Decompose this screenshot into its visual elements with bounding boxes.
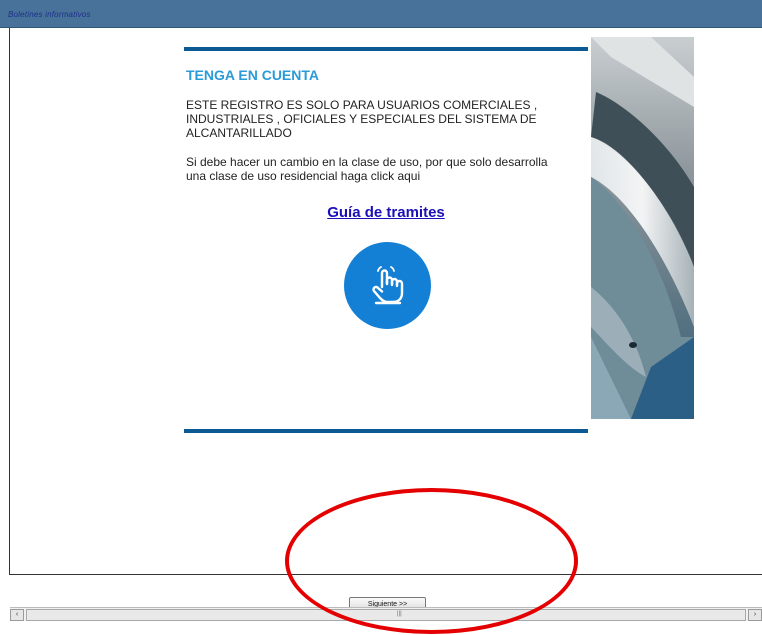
- banner-title: Boletines informativos: [8, 10, 91, 19]
- guia-de-tramites-link[interactable]: Guía de tramites: [184, 204, 588, 221]
- horizontal-scrollbar[interactable]: ‹ ||| ›: [10, 607, 762, 621]
- frame-left-border: [9, 28, 10, 574]
- card-top-divider: [184, 47, 588, 51]
- hand-pointer-icon: [372, 266, 404, 305]
- card-bottom-divider: [184, 429, 588, 433]
- notice-heading: TENGA EN CUENTA: [186, 67, 319, 83]
- notice-body: ESTE REGISTRO ES SOLO PARA USUARIOS COME…: [186, 98, 538, 140]
- scroll-right-arrow[interactable]: ›: [748, 609, 762, 621]
- notice-card: TENGA EN CUENTA ESTE REGISTRO ES SOLO PA…: [184, 47, 588, 433]
- guia-de-tramites-button[interactable]: [344, 242, 431, 329]
- scroll-thumb[interactable]: |||: [26, 609, 746, 621]
- scroll-grip-icon: |||: [397, 611, 402, 617]
- notice-instruction: Si debe hacer un cambio en la clase de u…: [186, 155, 548, 183]
- frame-bottom-border: [9, 574, 762, 575]
- water-spillway-image: [591, 37, 694, 419]
- top-banner: Boletines informativos: [0, 0, 762, 28]
- scroll-left-arrow[interactable]: ‹: [10, 609, 24, 621]
